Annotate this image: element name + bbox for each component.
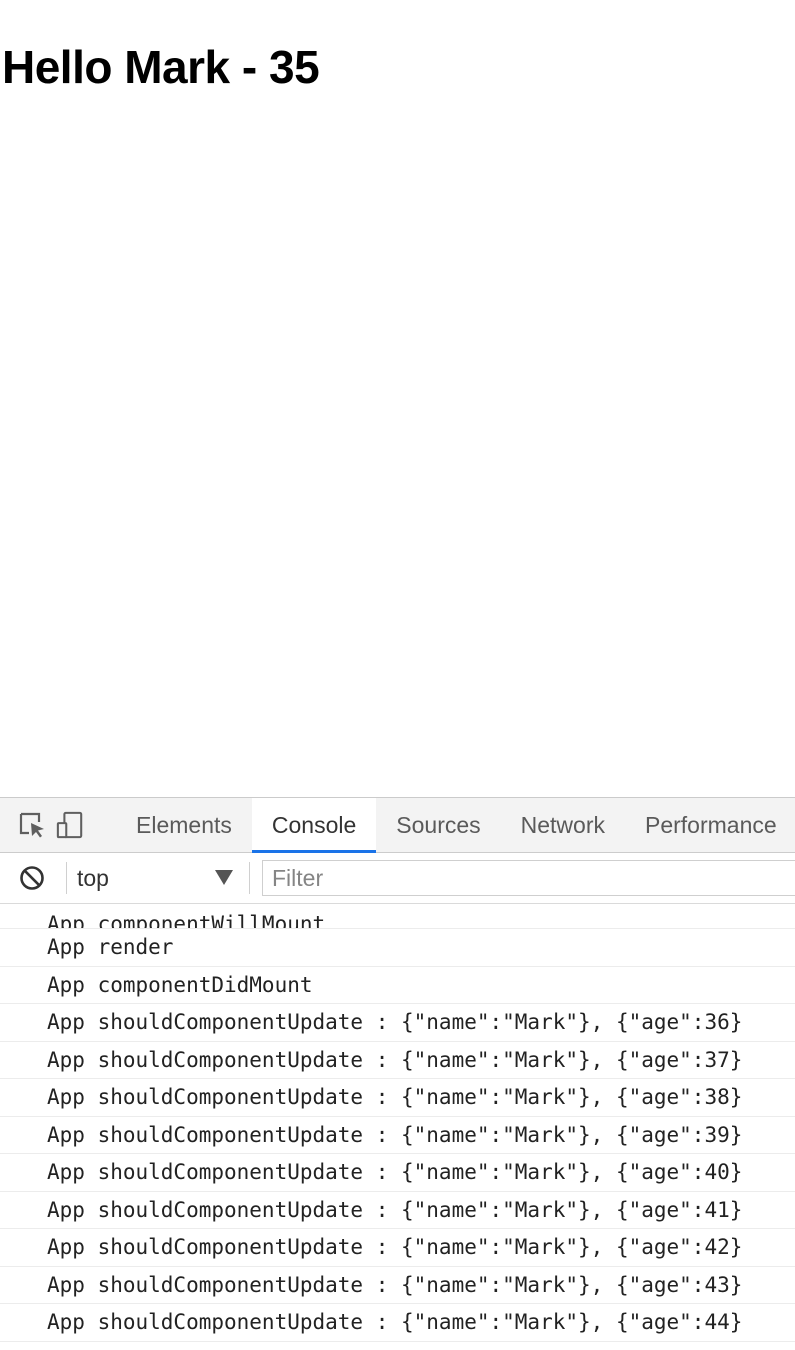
console-log-line: App shouldComponentUpdate : {"name":"Mar…	[0, 1304, 795, 1342]
inspect-element-icon[interactable]	[18, 798, 46, 852]
devtools-tabbar: Elements Console Sources Network Perform…	[0, 798, 795, 853]
console-log-line: App shouldComponentUpdate : {"name":"Mar…	[0, 1229, 795, 1267]
filter-input[interactable]	[262, 860, 795, 896]
page-heading: Hello Mark - 35	[2, 41, 320, 93]
console-log-line: App shouldComponentUpdate : {"name":"Mar…	[0, 1267, 795, 1304]
console-log-line: App shouldComponentUpdate : {"name":"Mar…	[0, 1004, 795, 1042]
console-log-line: App shouldComponentUpdate : {"name":"Mar…	[0, 1117, 795, 1154]
console-log-line: App render	[0, 929, 795, 967]
console-log-line: App componentDidMount	[0, 967, 795, 1004]
console-log-line: App shouldComponentUpdate : {"name":"Mar…	[0, 1154, 795, 1192]
console-log-line: App shouldComponentUpdate : {"name":"Mar…	[0, 1079, 795, 1117]
console-log-line: App componentWillMount	[0, 904, 795, 929]
console-log-line: App shouldComponentUpdate : {"name":"Mar…	[0, 1192, 795, 1229]
clear-console-icon[interactable]	[18, 864, 46, 892]
console-log-list: App componentWillMount App render App co…	[0, 904, 795, 1350]
tab-console[interactable]: Console	[251, 798, 377, 853]
dropdown-arrow-icon	[215, 870, 233, 885]
console-log-line: App shouldComponentUpdate : {"name":"Mar…	[0, 1042, 795, 1079]
device-toolbar-icon[interactable]	[56, 798, 84, 852]
tab-network[interactable]: Network	[501, 798, 625, 852]
context-selector-value: top	[77, 864, 109, 891]
devtools-panel: Elements Console Sources Network Perform…	[0, 797, 795, 1350]
tab-elements[interactable]: Elements	[116, 798, 252, 852]
filter-bar-divider	[66, 862, 67, 894]
tab-sources[interactable]: Sources	[376, 798, 500, 852]
context-selector[interactable]: top	[77, 860, 247, 896]
console-filter-bar: top	[0, 853, 795, 904]
filter-bar-divider	[249, 862, 250, 894]
tab-performance[interactable]: Performance	[625, 798, 795, 852]
